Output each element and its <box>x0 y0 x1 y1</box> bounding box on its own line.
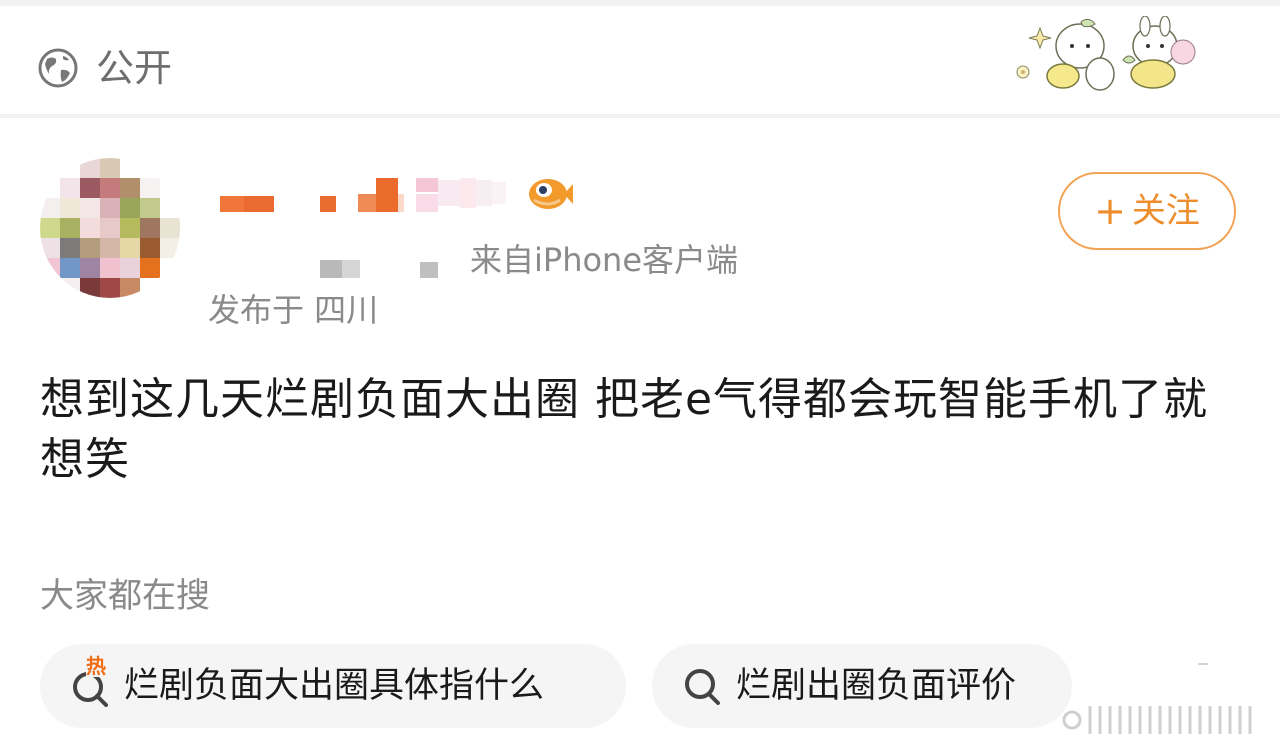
trending-search-title: 大家都在搜 <box>40 576 210 616</box>
search-chip-label: 烂剧出圈负面评价 <box>736 666 1017 706</box>
post-body: 想到这几天烂剧负面大出圈 把老e气得都会玩智能手机了就想笑 <box>40 374 1209 485</box>
post-location: 发布于 四川 <box>208 291 379 329</box>
follow-button[interactable]: + 关注 <box>1058 172 1236 250</box>
post-source: 来自iPhone客户端 <box>470 241 739 279</box>
watermark-decoration <box>1062 706 1252 734</box>
search-chip-1[interactable]: 热 烂剧负面大出圈具体指什么 <box>40 644 626 728</box>
search-chip-label: 烂剧负面大出圈具体指什么 <box>124 666 545 706</box>
username-pixelated[interactable] <box>216 172 516 224</box>
visibility-bar: 公开 <box>0 6 1280 114</box>
avatar[interactable] <box>40 158 180 298</box>
plus-icon: + <box>1094 189 1126 233</box>
search-chip-2[interactable]: 烂剧出圈负面评价 <box>652 644 1072 728</box>
fish-badge-icon <box>529 179 573 209</box>
visibility-label: 公开 <box>96 46 173 90</box>
pixelated-info <box>320 260 438 278</box>
avatar-image <box>40 158 180 298</box>
hot-search-icon: 热 <box>68 655 114 709</box>
follow-label: 关注 <box>1131 191 1200 231</box>
post-card: + 关注 来自iPhone客户端 发布于 四川 想到这几天烂剧负面大出圈 把老e… <box>0 118 1280 742</box>
globe-icon <box>38 48 78 88</box>
hot-badge: 热 <box>86 654 106 678</box>
watermark-badge <box>1198 663 1208 665</box>
cartoon-stickers-decoration <box>1016 16 1196 91</box>
search-icon <box>680 663 726 709</box>
